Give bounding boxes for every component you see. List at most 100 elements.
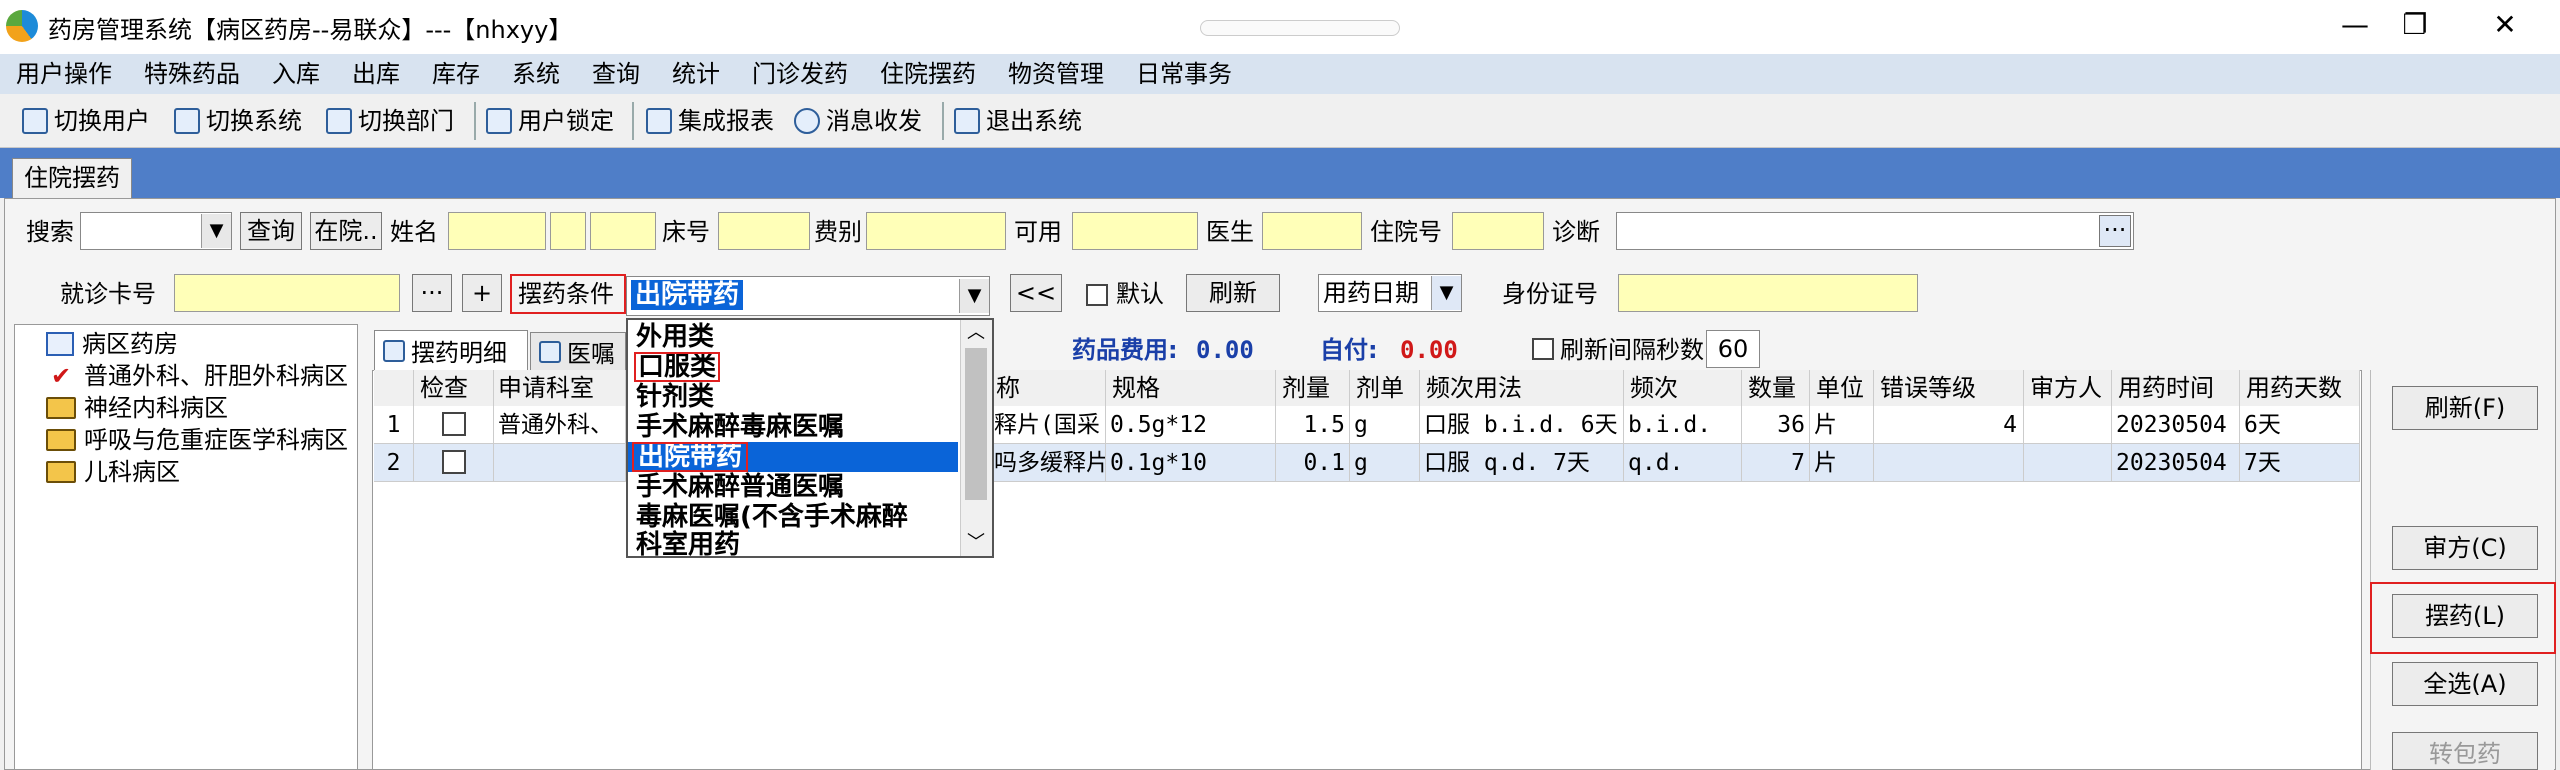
chevron-up-icon[interactable]: ︿ — [961, 320, 991, 346]
cell-quantity: 36 — [1742, 406, 1810, 444]
col-frequency[interactable]: 频次 — [1624, 370, 1742, 406]
self-pay-label: 自付: — [1320, 336, 1378, 364]
name-input-3[interactable] — [590, 212, 656, 250]
chevron-down-icon[interactable]: ▼ — [959, 279, 989, 313]
tree-item-pediatrics[interactable]: 儿科病区 — [46, 456, 180, 488]
chevron-down-icon[interactable]: ﹀ — [961, 530, 991, 556]
dispense-condition-select[interactable]: 出院带药 ▼ — [626, 276, 990, 316]
dropdown-item-oral[interactable]: 口服类 — [634, 352, 721, 382]
row-number: 2 — [374, 444, 414, 482]
menu-statistics[interactable]: 统计 — [672, 54, 720, 94]
tree-item-general-surgery[interactable]: ✔ 普通外科、肝胆外科病区 — [46, 360, 348, 392]
menu-query[interactable]: 查询 — [592, 54, 640, 94]
tab-dispense-detail[interactable]: 摆药明细 — [374, 330, 528, 370]
dropdown-item-surgery-narcotic[interactable]: 手术麻醉毒麻医嘱 — [636, 412, 844, 442]
auto-refresh-checkbox[interactable] — [1532, 338, 1554, 366]
bed-input[interactable] — [718, 212, 810, 250]
select-all-button[interactable]: 全选(A) — [2392, 662, 2538, 706]
col-reviewer[interactable]: 审方人 — [2024, 370, 2112, 406]
chevron-down-icon[interactable]: ▼ — [1431, 276, 1461, 310]
dropdown-scrollbar[interactable]: ︿ ﹀ — [960, 320, 992, 556]
doctor-input[interactable] — [1262, 212, 1362, 250]
col-unit[interactable]: 单位 — [1810, 370, 1874, 406]
menu-supplies[interactable]: 物资管理 — [1008, 54, 1104, 94]
row-number: 1 — [374, 406, 414, 444]
switch-user-button[interactable]: 切换用户 — [22, 94, 150, 148]
menu-stock-in[interactable]: 入库 — [272, 54, 320, 94]
report-button[interactable]: 集成报表 — [646, 94, 774, 148]
tree-item-pharmacy[interactable]: 病区药房 — [46, 328, 178, 360]
cell-drug-name: 释片(国采 — [994, 406, 1106, 444]
menu-outpatient-dispense[interactable]: 门诊发药 — [752, 54, 848, 94]
col-use-time[interactable]: 用药时间 — [2112, 370, 2240, 406]
dropdown-item-department[interactable]: 科室用药 — [636, 530, 740, 560]
col-spec[interactable]: 规格 — [1106, 370, 1276, 406]
card-no-input[interactable] — [174, 274, 400, 312]
dispense-button[interactable]: 摆药(L) — [2392, 594, 2538, 638]
inpatient-no-input[interactable] — [1452, 212, 1544, 250]
switch-department-button[interactable]: 切换部门 — [326, 94, 454, 148]
col-error-level[interactable]: 错误等级 — [1874, 370, 2024, 406]
chevron-down-icon[interactable]: ▼ — [201, 214, 231, 248]
name-input-2[interactable] — [550, 212, 586, 250]
back-button[interactable]: << — [1010, 274, 1062, 312]
date-mode-select[interactable]: 用药日期 ▼ — [1318, 274, 1462, 312]
messages-button[interactable]: 消息收发 — [794, 94, 922, 148]
col-use-days[interactable]: 用药天数 — [2240, 370, 2360, 406]
refresh-condition-button[interactable]: 刷新 — [1186, 274, 1280, 312]
tab-inpatient-dispense[interactable]: 住院摆药 — [12, 158, 132, 198]
menu-special-drugs[interactable]: 特殊药品 — [144, 54, 240, 94]
transfer-package-button[interactable]: 转包药 — [2392, 732, 2538, 770]
query-button[interactable]: 查询 — [240, 212, 302, 250]
cell-quantity: 7 — [1742, 444, 1810, 482]
dropdown-item-external[interactable]: 外用类 — [636, 322, 714, 352]
diagnosis-input[interactable]: ··· — [1616, 212, 2134, 250]
col-check[interactable]: 检查 — [414, 370, 494, 406]
close-button[interactable]: ✕ — [2460, 0, 2550, 50]
row-check[interactable] — [414, 444, 494, 482]
menu-inventory[interactable]: 库存 — [432, 54, 480, 94]
col-quantity[interactable]: 数量 — [1742, 370, 1810, 406]
search-combo[interactable]: ▼ — [80, 212, 232, 250]
switch-system-button[interactable]: 切换系统 — [174, 94, 302, 148]
row-check[interactable] — [414, 406, 494, 444]
tree-item-respiratory[interactable]: 呼吸与危重症医学科病区 — [46, 424, 348, 456]
scrollbar-thumb[interactable] — [965, 348, 987, 500]
row-number-header — [374, 370, 414, 406]
col-dose[interactable]: 剂量 — [1276, 370, 1350, 406]
refresh-button[interactable]: 刷新(F) — [2392, 386, 2538, 430]
fee-type-input[interactable] — [866, 212, 1006, 250]
dropdown-item-narcotic[interactable]: 毒麻医嘱(不含手术麻醉 — [636, 502, 954, 532]
menu-user-ops[interactable]: 用户操作 — [16, 54, 112, 94]
default-checkbox[interactable] — [1086, 284, 1108, 312]
menu-inpatient-dispense[interactable]: 住院摆药 — [880, 54, 976, 94]
menu-stock-out[interactable]: 出库 — [352, 54, 400, 94]
detail-icon — [383, 339, 405, 362]
id-card-input[interactable] — [1618, 274, 1918, 312]
available-input[interactable] — [1072, 212, 1198, 250]
dropdown-item-surgery-general[interactable]: 手术麻醉普通医嘱 — [636, 472, 844, 502]
col-drug-name[interactable]: 称 — [994, 370, 1106, 406]
app-logo-icon — [6, 10, 38, 42]
diagnosis-more-button[interactable]: ··· — [2099, 215, 2131, 247]
menu-daily-affairs[interactable]: 日常事务 — [1136, 54, 1232, 94]
lock-user-button[interactable]: 用户锁定 — [486, 94, 614, 148]
menu-system[interactable]: 系统 — [512, 54, 560, 94]
bed-label: 床号 — [662, 218, 710, 246]
col-dept[interactable]: 申请科室 — [494, 370, 626, 406]
maximize-button[interactable]: ❐ — [2370, 0, 2460, 50]
review-button[interactable]: 审方(C) — [2392, 526, 2538, 570]
card-more-button[interactable]: ··· — [412, 274, 452, 312]
name-input[interactable] — [448, 212, 546, 250]
tree-item-neurology[interactable]: 神经内科病区 — [46, 392, 228, 424]
tab-orders[interactable]: 医嘱 — [530, 332, 626, 370]
exit-system-button[interactable]: 退出系统 — [954, 94, 1082, 148]
dropdown-item-injection[interactable]: 针剂类 — [636, 382, 714, 412]
add-button[interactable]: + — [462, 274, 502, 312]
cell-dose: 1.5 — [1276, 406, 1350, 444]
col-dose-unit[interactable]: 剂单 — [1350, 370, 1420, 406]
col-usage[interactable]: 频次用法 — [1420, 370, 1624, 406]
dropdown-item-discharge[interactable]: 出院带药 — [632, 442, 749, 472]
refresh-interval-input[interactable]: 60 — [1706, 330, 1760, 368]
in-hospital-button[interactable]: 在院.. — [310, 212, 382, 250]
